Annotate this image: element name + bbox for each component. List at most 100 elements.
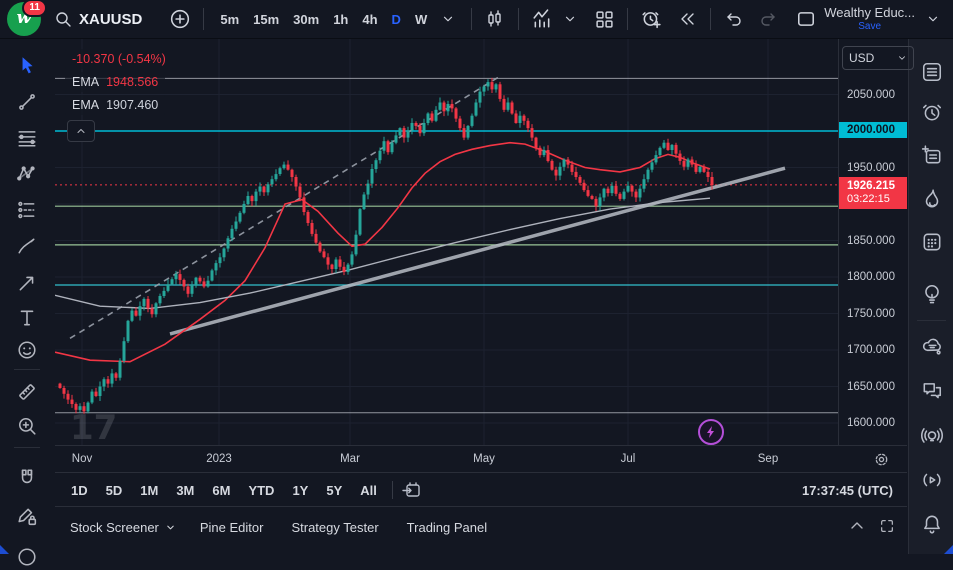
- measure-ruler-icon[interactable]: [14, 379, 40, 405]
- fib-retracement-tool-icon[interactable]: [14, 125, 40, 151]
- top-toolbar: w 11 XAUUSD 5m 15m 30m 1h 4h D W: [0, 0, 953, 40]
- search-icon[interactable]: [49, 5, 77, 33]
- bar-countdown: 03:22:15: [847, 193, 907, 207]
- drawing-lock-icon[interactable]: [14, 503, 40, 529]
- calendar-icon[interactable]: [919, 229, 944, 254]
- timeframe-30m[interactable]: 30m: [286, 7, 326, 32]
- chart-legend: -10.370 (-0.54%) EMA1948.566 EMA1907.460: [65, 49, 173, 118]
- layout-chevron-icon[interactable]: [919, 5, 947, 33]
- compare-add-icon[interactable]: [166, 5, 194, 33]
- indicators-chevron-icon[interactable]: [556, 5, 584, 33]
- emoji-tool-icon[interactable]: [14, 337, 40, 363]
- layout-title[interactable]: Wealthy Educ... Save: [824, 6, 915, 32]
- text-tool-icon[interactable]: [14, 305, 40, 331]
- legend-collapse-button[interactable]: [67, 120, 95, 142]
- price-tick-label: 1800.000: [847, 271, 895, 283]
- go-to-date-icon[interactable]: [402, 480, 422, 500]
- time-tick-label: May: [473, 453, 495, 465]
- timeframe-5m[interactable]: 5m: [213, 7, 246, 32]
- divider: [14, 447, 40, 448]
- timeframe-1h[interactable]: 1h: [326, 7, 355, 32]
- range-1y[interactable]: 1Y: [286, 479, 314, 502]
- chat-icon[interactable]: [919, 378, 944, 403]
- svg-text:17: 17: [70, 408, 117, 445]
- bar-replay-icon[interactable]: [673, 5, 701, 33]
- notifications-bell-icon[interactable]: [919, 511, 944, 536]
- timeframe-15m[interactable]: 15m: [246, 7, 286, 32]
- brush-tool-icon[interactable]: [14, 233, 40, 259]
- maximize-panel-icon[interactable]: [879, 518, 895, 534]
- chevron-down-icon[interactable]: [434, 5, 462, 33]
- notification-badge: 11: [22, 0, 47, 17]
- time-tick-label: Nov: [72, 453, 92, 465]
- zoom-in-icon[interactable]: [14, 413, 40, 439]
- timeframe-W[interactable]: W: [408, 7, 434, 32]
- chevron-down-icon: [897, 53, 907, 63]
- layout-rect-icon[interactable]: [792, 5, 820, 33]
- chart-style-candles-icon[interactable]: [481, 5, 509, 33]
- corner-accent: [944, 545, 953, 554]
- timeframe-D[interactable]: D: [385, 7, 408, 32]
- price-tick-label: 1600.000: [847, 417, 895, 429]
- time-axis[interactable]: Nov2023MarMayJulSep: [55, 445, 907, 473]
- expand-panel-icon[interactable]: [849, 518, 865, 534]
- indicators-icon[interactable]: [528, 5, 556, 33]
- layout-name[interactable]: Wealthy Educ...: [824, 6, 915, 20]
- event-lightning-badge[interactable]: [698, 419, 724, 445]
- bottom-panel: Stock Screener Pine Editor Strategy Test…: [55, 506, 907, 555]
- alerts-icon[interactable]: [919, 99, 944, 124]
- live-ideas-icon[interactable]: [919, 423, 944, 448]
- price-level-tag-2000: 2000.000: [839, 122, 907, 138]
- price-tick-label: 1850.000: [847, 235, 895, 247]
- tab-strategy-tester[interactable]: Strategy Tester: [291, 520, 378, 535]
- watchlist-icon[interactable]: [919, 59, 944, 84]
- timeframe-4h[interactable]: 4h: [355, 7, 384, 32]
- tab-trading-panel[interactable]: Trading Panel: [407, 520, 487, 535]
- range-1m[interactable]: 1M: [134, 479, 164, 502]
- app-logo[interactable]: w 11: [7, 2, 41, 36]
- divider: [917, 320, 946, 321]
- price-tick-label: 1700.000: [847, 344, 895, 356]
- ema-legend-row[interactable]: EMA1948.566: [65, 72, 165, 92]
- undo-icon[interactable]: [720, 5, 748, 33]
- layout-grid-icon[interactable]: [590, 5, 618, 33]
- cursor-tool-icon[interactable]: [14, 52, 40, 78]
- range-6m[interactable]: 6M: [206, 479, 236, 502]
- range-1d[interactable]: 1D: [65, 479, 94, 502]
- ema-fast-value: 1948.566: [106, 75, 158, 89]
- range-5d[interactable]: 5D: [100, 479, 129, 502]
- axis-settings-gear-icon[interactable]: [873, 451, 890, 468]
- range-5y[interactable]: 5Y: [320, 479, 348, 502]
- currency-select[interactable]: USD: [842, 46, 914, 70]
- hide-drawings-icon[interactable]: [14, 544, 40, 570]
- tab-pine-editor[interactable]: Pine Editor: [200, 520, 264, 535]
- arrow-tool-icon[interactable]: [14, 270, 40, 296]
- streams-icon[interactable]: [919, 467, 944, 492]
- symbol-search-button[interactable]: XAUUSD: [79, 11, 142, 28]
- range-3m[interactable]: 3M: [170, 479, 200, 502]
- ideas-icon[interactable]: [919, 281, 944, 306]
- pattern-tool-icon[interactable]: [14, 161, 40, 187]
- price-tick-label: 1650.000: [847, 381, 895, 393]
- price-change-label: -10.370 (-0.54%): [65, 49, 173, 69]
- tab-stock-screener[interactable]: Stock Screener: [70, 520, 176, 535]
- trend-line-tool-icon[interactable]: [14, 89, 40, 115]
- minds-icon[interactable]: [919, 334, 944, 359]
- redo-icon[interactable]: [754, 5, 782, 33]
- notes-icon[interactable]: [919, 142, 944, 167]
- forecast-tool-icon[interactable]: [14, 197, 40, 223]
- magnet-icon[interactable]: [14, 465, 40, 491]
- range-ytd[interactable]: YTD: [242, 479, 280, 502]
- hotlists-icon[interactable]: [919, 186, 944, 211]
- clock-utc[interactable]: 17:37:45 (UTC): [802, 483, 893, 498]
- chart-pane[interactable]: 17 -10.370 (-0.54%) EMA1948.566 EMA1907.…: [55, 39, 907, 445]
- chevron-down-icon: [165, 522, 176, 533]
- right-sidebar: [908, 39, 953, 554]
- range-all[interactable]: All: [354, 479, 383, 502]
- divider: [203, 8, 204, 30]
- ema-legend-row[interactable]: EMA1907.460: [65, 95, 165, 115]
- divider: [392, 481, 393, 499]
- alert-plus-icon[interactable]: [637, 5, 665, 33]
- price-axis[interactable]: USD 2050.0001950.0001850.0001800.0001750…: [838, 39, 908, 445]
- save-button[interactable]: Save: [858, 21, 881, 32]
